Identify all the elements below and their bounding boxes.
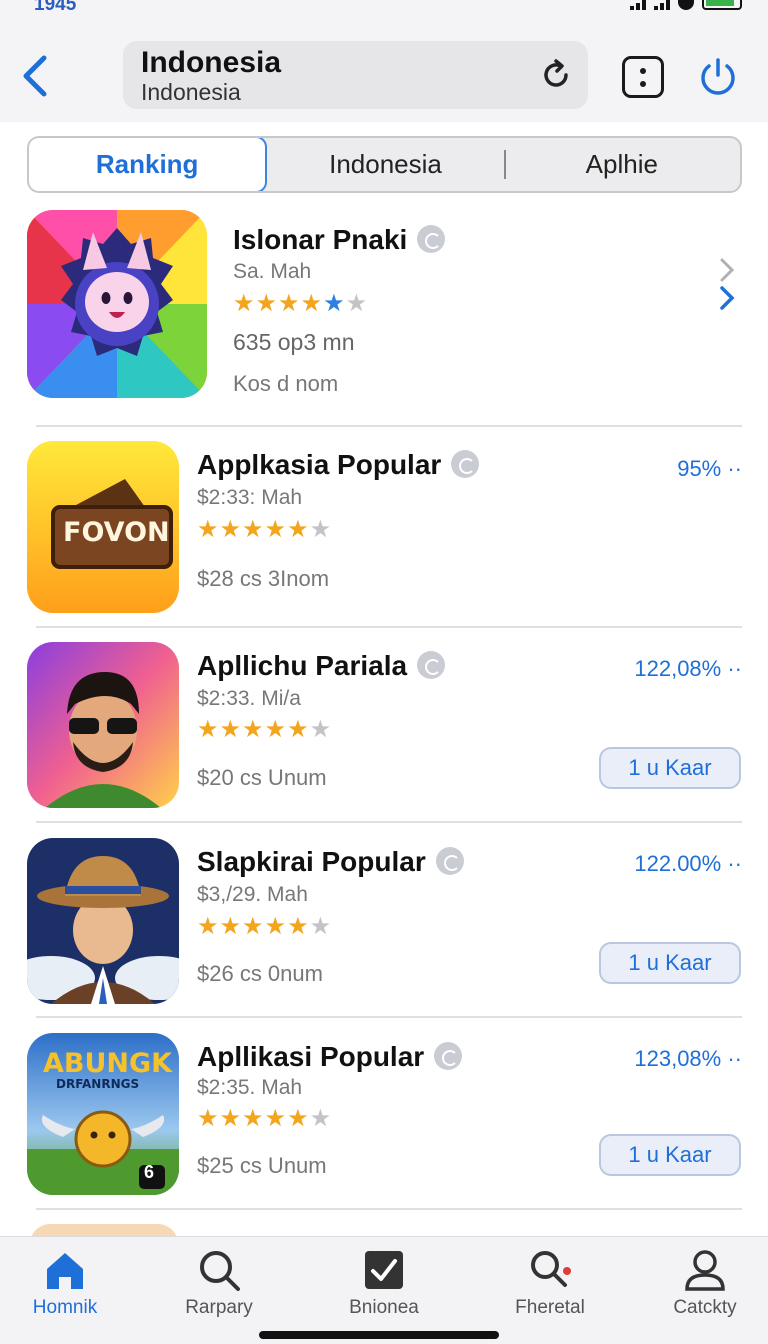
segment-ranking[interactable]: Ranking xyxy=(29,138,268,191)
reload-icon[interactable] xyxy=(538,57,574,93)
home-indicator xyxy=(259,1331,499,1339)
chevron-right-icon[interactable] xyxy=(714,284,738,312)
person-icon xyxy=(685,1250,725,1291)
app-title-text: Apllichu Pariala xyxy=(197,650,408,681)
signal-icon xyxy=(630,0,646,10)
magnifier-dot-icon xyxy=(531,1251,571,1287)
segmented-control: Ranking Indonesia Aplhie xyxy=(27,136,742,193)
segment-aplhie[interactable]: Aplhie xyxy=(503,138,740,191)
address-subtitle: Indonesia xyxy=(141,79,241,105)
app-percentage: 95% ·· xyxy=(677,456,742,481)
app-title: Slapkirai Popular xyxy=(197,846,464,878)
app-icon-label: FOVON xyxy=(63,517,170,548)
rating-stars: ★★★★★★ xyxy=(197,1105,333,1132)
rating-stars: ★★★★★★ xyxy=(197,516,333,543)
divider xyxy=(36,1016,742,1018)
app-subtitle: $2:33. Mi/a xyxy=(197,687,301,710)
get-button[interactable]: 1 u Kaar xyxy=(599,747,741,789)
power-icon[interactable] xyxy=(696,55,740,99)
divider xyxy=(36,821,742,823)
tab-search[interactable]: Rarpary xyxy=(144,1247,294,1327)
verified-icon xyxy=(435,846,464,875)
app-meta-secondary: $20 cs Unum xyxy=(197,765,327,790)
app-subtitle: $2:35. Mah xyxy=(197,1076,303,1099)
status-time: 1945 xyxy=(34,0,77,15)
address-bar[interactable]: Indonesia Indonesia xyxy=(123,41,588,109)
header: Indonesia Indonesia xyxy=(0,22,768,122)
app-subtitle: Sa. Mah xyxy=(233,260,312,283)
verified-icon xyxy=(434,1041,463,1070)
tab-checkbox[interactable]: Bnionea xyxy=(309,1247,459,1327)
wifi-icon xyxy=(678,0,694,10)
tab-profile[interactable]: Catckty xyxy=(630,1247,768,1327)
app-meta-secondary: $26 cs 0num xyxy=(197,961,323,986)
app-icon xyxy=(27,838,179,1004)
verified-icon xyxy=(451,449,480,478)
signal-icon-2 xyxy=(654,0,670,10)
verified-icon xyxy=(417,224,446,253)
app-icon-sublabel: DRFANRNGS xyxy=(56,1077,140,1091)
get-button[interactable]: 1 u Kaar xyxy=(599,1134,741,1176)
tab-label: Rarpary xyxy=(185,1297,253,1318)
app-icon-badge: 6 xyxy=(144,1162,155,1182)
divider xyxy=(36,1208,742,1210)
rating-stars: ★★★★★★ xyxy=(197,913,333,940)
status-icons xyxy=(630,0,742,10)
tab-label: Bnionea xyxy=(349,1297,419,1318)
checkbox-icon xyxy=(365,1251,403,1289)
app-title: Apllichu Pariala xyxy=(197,650,446,682)
verified-icon xyxy=(417,650,446,679)
dot-icon xyxy=(640,81,646,87)
chevron-left-icon xyxy=(23,55,47,97)
more-button[interactable] xyxy=(622,56,664,98)
app-meta-secondary: $28 cs 3Inom xyxy=(197,566,330,591)
address-title: Indonesia xyxy=(141,46,282,79)
segment-indonesia[interactable]: Indonesia xyxy=(267,138,503,191)
app-title-text: Slapkirai Popular xyxy=(197,846,426,877)
app-subtitle: $3,/29. Mah xyxy=(197,883,308,906)
app-icon xyxy=(27,642,179,808)
home-icon xyxy=(47,1253,83,1289)
chevron-right-icon xyxy=(720,258,735,282)
app-subtitle: $2:33: Mah xyxy=(197,486,303,509)
app-percentage: 122,08% ·· xyxy=(634,656,742,681)
tab-label: Fheretal xyxy=(515,1297,585,1318)
rating-stars: ★★★★★★ xyxy=(233,290,369,317)
app-icon-label: ABUNGK xyxy=(43,1048,173,1079)
app-icon xyxy=(27,210,207,398)
status-bar: 1945 xyxy=(0,0,768,22)
dot-icon xyxy=(640,68,646,74)
tab-bar: Homnik Rarpary Bnionea Fheretal Catckty xyxy=(0,1236,768,1344)
battery-icon xyxy=(702,0,742,10)
search-icon xyxy=(200,1251,240,1291)
app-title-text: Apllikasi Popular xyxy=(197,1041,425,1072)
tab-label: Homnik xyxy=(32,1297,98,1318)
divider xyxy=(36,425,742,427)
app-meta-secondary: $25 cs Unum xyxy=(197,1153,327,1178)
get-button[interactable]: 1 u Kaar xyxy=(599,942,741,984)
app-title: Applkasia Popular xyxy=(197,449,480,481)
tab-label: Catckty xyxy=(673,1297,737,1318)
tab-home[interactable]: Homnik xyxy=(0,1247,140,1327)
app-title-text: Applkasia Popular xyxy=(197,449,442,480)
tab-discover[interactable]: Fheretal xyxy=(475,1247,625,1327)
back-button[interactable] xyxy=(18,52,54,100)
app-meta-secondary: Kos d nom xyxy=(233,371,339,396)
rating-stars: ★★★★★★ xyxy=(197,716,333,743)
app-title: Islonar Pnaki xyxy=(233,224,446,256)
app-meta: 635 op3 mn xyxy=(233,329,355,355)
app-percentage: 123,08% ·· xyxy=(634,1046,742,1071)
app-title-text: Islonar Pnaki xyxy=(233,224,408,255)
divider xyxy=(36,626,742,628)
app-title: Apllikasi Popular xyxy=(197,1041,463,1073)
app-percentage: 122.00% ·· xyxy=(634,851,742,876)
